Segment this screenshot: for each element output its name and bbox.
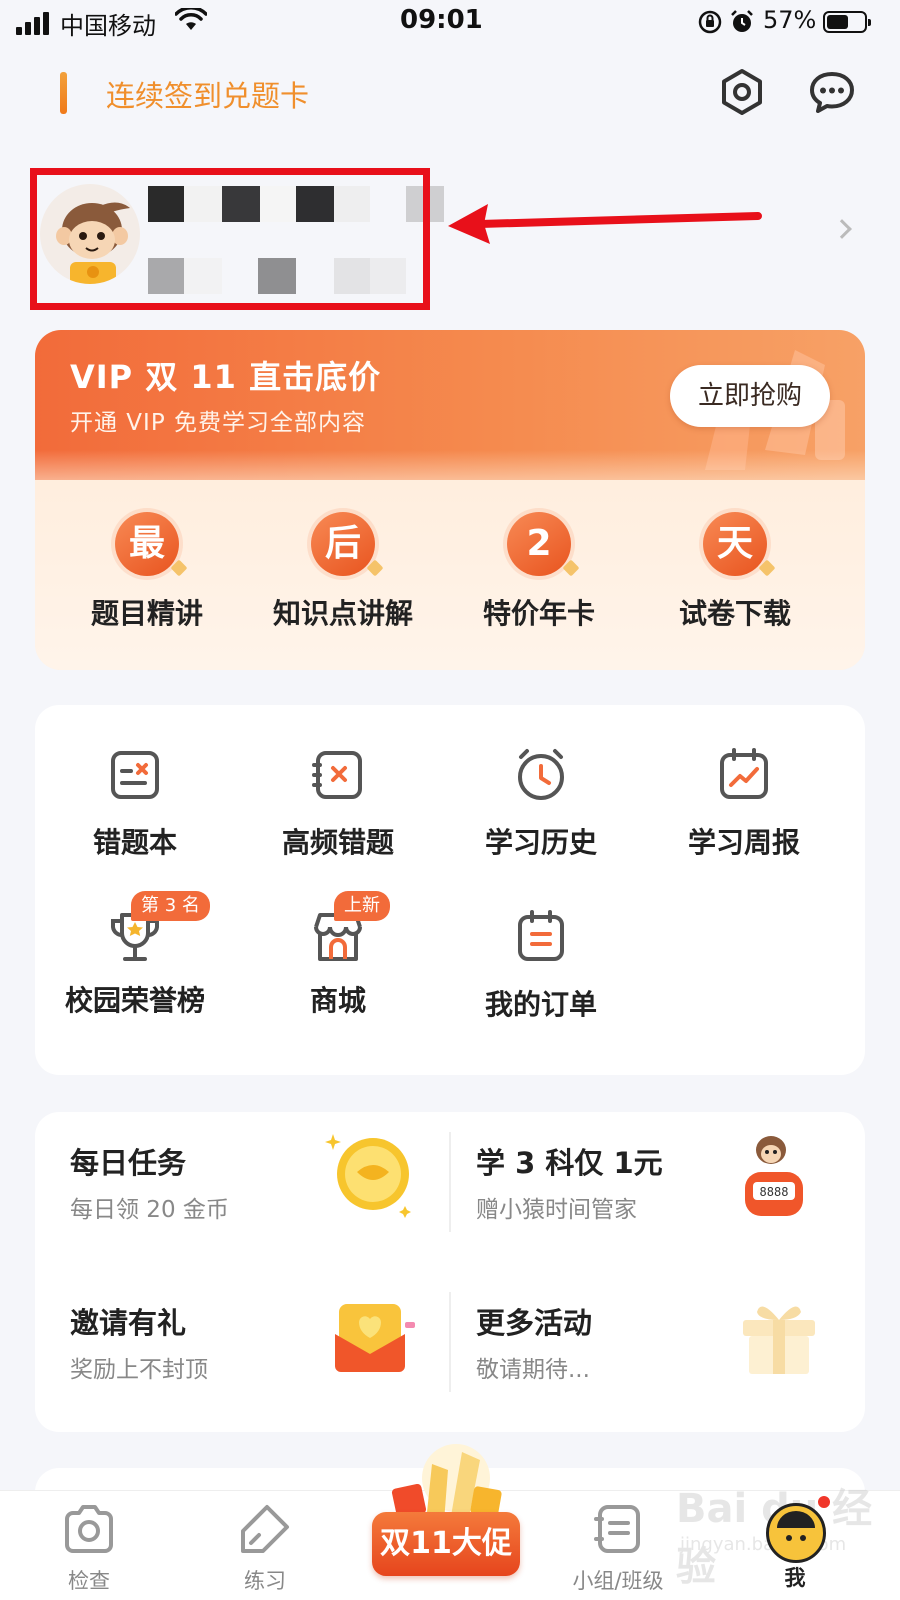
status-bar: 中国移动 09:01 57% (0, 0, 900, 46)
tab-check[interactable]: 检查 (24, 1491, 154, 1600)
carrier-name: 中国移动 (60, 12, 156, 40)
activity-subtitle: 每日领 20 金币 (70, 1197, 229, 1223)
activity-subtitle: 敬请期待... (476, 1357, 590, 1383)
vip-title: VIP 双 11 直击底价 (70, 358, 382, 396)
red-envelope-icon (335, 1304, 415, 1372)
alarm-icon (731, 10, 753, 32)
vip-badge-icon: 天 (701, 510, 776, 578)
wifi-icon (175, 8, 207, 30)
tool-label: 学习历史 (484, 826, 597, 859)
pencil-tag-icon (241, 1505, 289, 1553)
tab-label: 检查 (68, 1569, 110, 1593)
tool-label: 校园荣誉榜 (64, 984, 205, 1017)
vip-badge-icon: 2 (505, 510, 580, 578)
group-list-icon (594, 1505, 640, 1553)
activities-card: 每日任务 每日领 20 金币 学 3 科仅 1元 赠小猿时间管家 8888 邀请… (35, 1112, 865, 1432)
new-tag: 上新 (334, 891, 390, 921)
svg-text:8888: 8888 (760, 1185, 789, 1199)
tool-frequent-mistakes[interactable]: 高频错题 (238, 745, 438, 861)
highlight-frame (30, 168, 430, 310)
vip-benefit-item[interactable]: 最 题目精讲 (47, 510, 247, 632)
activity-title: 邀请有礼 (70, 1306, 187, 1340)
activity-invite[interactable]: 邀请有礼 奖励上不封顶 (35, 1272, 445, 1412)
order-icon (518, 910, 564, 961)
vip-badge-icon: 最 (113, 510, 188, 578)
activity-more[interactable]: 更多活动 敬请期待... (441, 1272, 851, 1412)
accent-bar (60, 72, 67, 114)
chat-bubble-icon (810, 72, 854, 113)
tab-practice[interactable]: 练习 (200, 1491, 330, 1600)
tab-label: 小组/班级 (572, 1569, 664, 1593)
tool-campus-honor[interactable]: 第 3 名 校园荣誉榜 (35, 891, 235, 1019)
tool-label: 学习周报 (687, 826, 800, 859)
vip-subtitle: 开通 VIP 免费学习全部内容 (70, 410, 367, 436)
frequent-mistakes-icon (312, 751, 362, 799)
tool-weekly-report[interactable]: 学习周报 (644, 745, 844, 861)
tool-label: 错题本 (92, 826, 177, 859)
battery-icon (823, 11, 871, 33)
vip-banner: VIP 双 11 直击底价 开通 VIP 免费学习全部内容 立即抢购 (35, 330, 865, 480)
tools-card: 错题本 高频错题 学习历史 学习周报 第 3 名 校园荣誉榜 上新 商城 我的订… (35, 705, 865, 1075)
chevron-right-icon (832, 219, 852, 239)
red-arrow-annotation (448, 204, 762, 244)
tool-mistake-book[interactable]: 错题本 (35, 745, 235, 861)
activity-title: 更多活动 (476, 1306, 593, 1340)
vip-benefit-label: 试卷下载 (678, 597, 791, 630)
signal-icon (16, 12, 49, 35)
vip-benefit-label: 题目精讲 (90, 597, 203, 630)
trophy-icon-wrap: 第 3 名 (105, 891, 210, 967)
activity-subtitle: 奖励上不封顶 (70, 1357, 208, 1383)
message-button[interactable] (806, 66, 858, 118)
gift-box-icon (743, 1306, 815, 1374)
hexagon-settings-icon (722, 69, 762, 115)
activity-title: 学 3 科仅 1元 (476, 1146, 663, 1180)
vip-badge-icon: 后 (309, 510, 384, 578)
alarm-clock-icon (518, 749, 564, 800)
tool-label: 我的订单 (484, 988, 597, 1021)
tool-label: 商城 (309, 984, 366, 1017)
tool-label: 高频错题 (281, 826, 394, 859)
vip-benefit-label: 特价年卡 (482, 597, 595, 630)
vip-benefits: 最 题目精讲 后 知识点讲解 2 特价年卡 天 试卷下载 (35, 480, 865, 670)
me-avatar-icon[interactable] (766, 1503, 826, 1563)
notification-dot (816, 1494, 832, 1510)
tool-study-history[interactable]: 学习历史 (441, 745, 641, 861)
activity-daily-task[interactable]: 每日任务 每日领 20 金币 (35, 1112, 445, 1252)
tab-groups[interactable]: 小组/班级 (553, 1491, 683, 1600)
activity-three-subjects[interactable]: 学 3 科仅 1元 赠小猿时间管家 8888 (441, 1112, 851, 1252)
activity-subtitle: 赠小猿时间管家 (476, 1197, 637, 1223)
buy-now-button[interactable]: 立即抢购 (670, 365, 830, 427)
top-header: 连续签到兑题卡 (0, 60, 900, 130)
clock-time: 09:01 (400, 5, 483, 35)
promo-label: 双11大促 (372, 1512, 520, 1576)
tab-label: 练习 (244, 1569, 286, 1593)
tool-my-orders[interactable]: 我的订单 (441, 907, 641, 1023)
promo-icon (391, 1444, 502, 1522)
activity-title: 每日任务 (70, 1146, 187, 1180)
rank-tag: 第 3 名 (131, 891, 210, 921)
profile-row[interactable] (0, 160, 900, 320)
timer-monkey-icon: 8888 (745, 1136, 803, 1216)
shop-icon-wrap: 上新 (308, 891, 390, 967)
tab-me-label[interactable]: 我 (760, 1562, 830, 1592)
gold-coin-icon (325, 1134, 411, 1218)
weekly-report-icon (720, 748, 768, 799)
vip-benefit-label: 知识点讲解 (272, 597, 413, 630)
vip-promo-card[interactable]: VIP 双 11 直击底价 开通 VIP 免费学习全部内容 立即抢购 最 题目精… (35, 330, 865, 670)
vip-benefit-item[interactable]: 2 特价年卡 (439, 510, 639, 632)
signin-banner-link[interactable]: 连续签到兑题卡 (106, 73, 309, 115)
battery-percent: 57% (763, 6, 817, 34)
tab-promo[interactable]: 双11大促 (372, 1442, 522, 1600)
orientation-lock-icon (698, 10, 722, 34)
camera-icon (65, 1505, 113, 1553)
settings-button[interactable] (716, 66, 768, 118)
vip-benefit-item[interactable]: 天 试卷下载 (635, 510, 835, 632)
tool-shop[interactable]: 上新 商城 (238, 891, 438, 1019)
vip-benefit-item[interactable]: 后 知识点讲解 (243, 510, 443, 632)
mistake-book-icon (111, 751, 159, 799)
